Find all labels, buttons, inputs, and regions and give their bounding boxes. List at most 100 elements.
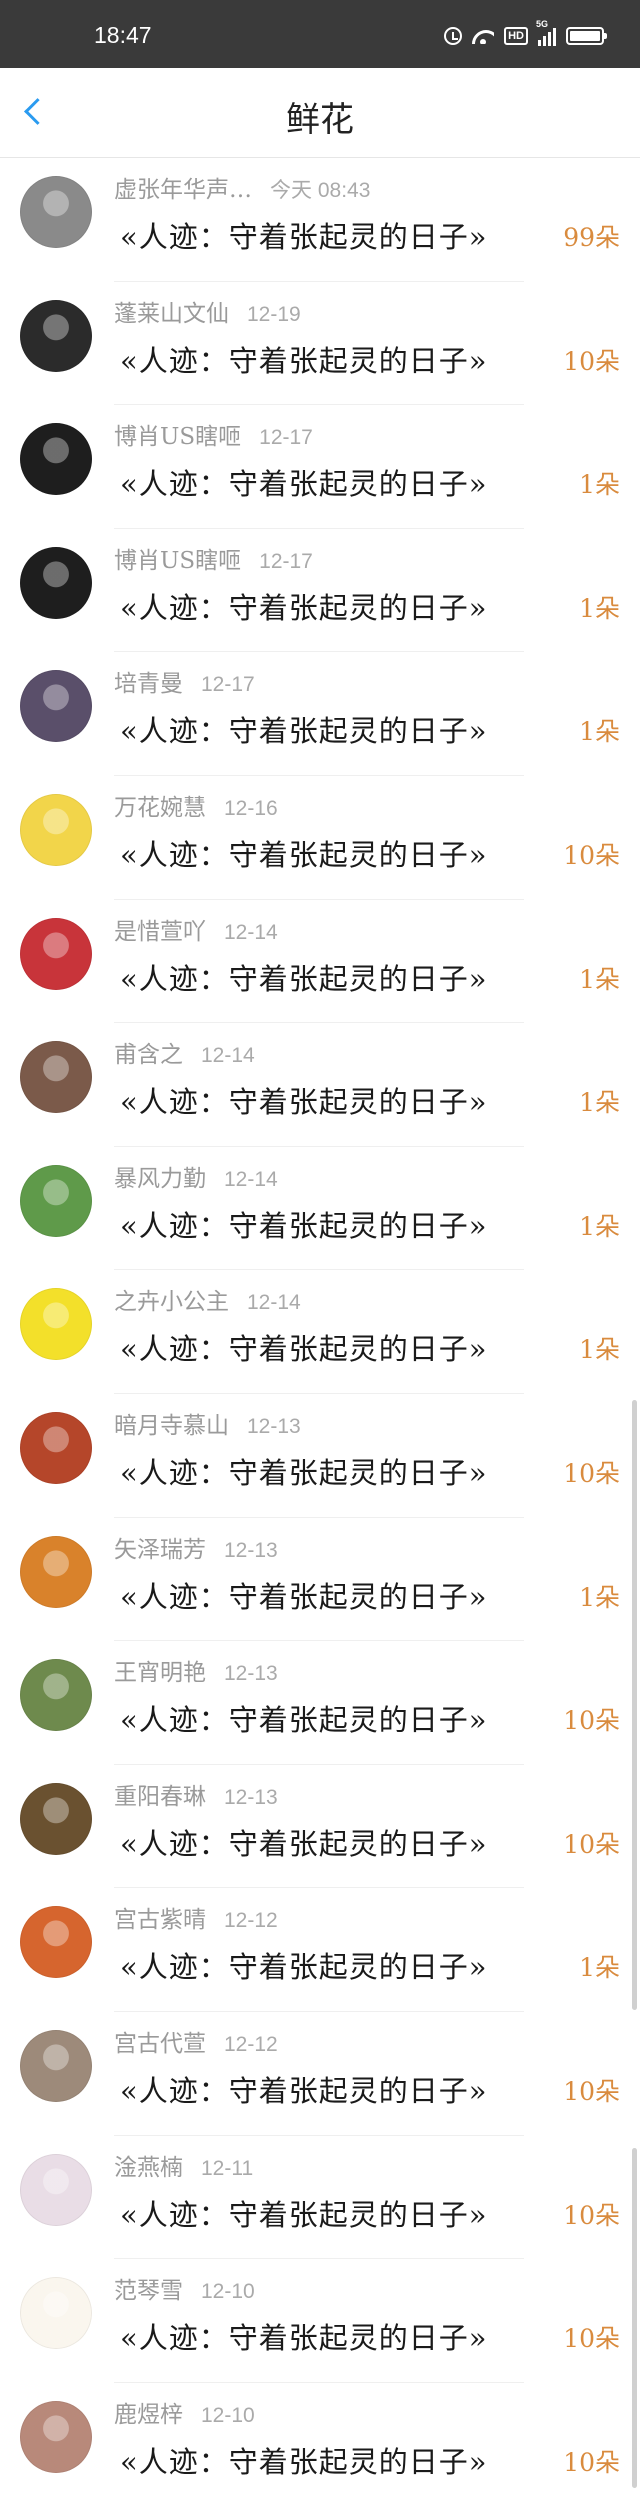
status-icons: HD 5G: [444, 19, 607, 46]
sender-name[interactable]: 培青曼: [114, 671, 183, 697]
avatar[interactable]: [20, 1041, 92, 1114]
nav-bar: 鲜花: [0, 68, 640, 158]
avatar[interactable]: [20, 1535, 92, 1608]
list-item[interactable]: 王宵明艳 12-13 «人迹：守着张起灵的日子» 10朵: [0, 1641, 640, 1765]
sent-date: 今天 08:43: [270, 179, 371, 202]
sender-name[interactable]: 鹿煜梓: [114, 2402, 183, 2428]
list-item[interactable]: 培青曼 12-17 «人迹：守着张起灵的日子» 1朵: [0, 652, 640, 776]
sender-meta: 淦燕楠 12-11: [114, 2148, 253, 2182]
avatar[interactable]: [20, 2277, 92, 2350]
alarm-icon: [444, 27, 463, 45]
avatar[interactable]: [20, 299, 92, 372]
sender-name[interactable]: 甫含之: [114, 1042, 183, 1068]
list-item[interactable]: 虚张年华声… 今天 08:43 «人迹：守着张起灵的日子» 99朵: [0, 158, 640, 282]
flower-count: 10朵: [563, 346, 620, 376]
sent-date: 12-10: [201, 2280, 255, 2304]
flower-count: 10朵: [563, 2447, 620, 2477]
sender-name[interactable]: 是惜萱吖: [114, 919, 206, 945]
sender-name[interactable]: 虚张年华声…: [114, 177, 252, 203]
avatar[interactable]: [20, 1288, 92, 1361]
sent-date: 12-17: [259, 549, 313, 573]
sender-name[interactable]: 宫古紫晴: [114, 1907, 206, 1933]
sent-date: 12-11: [201, 2156, 254, 2180]
avatar[interactable]: [20, 176, 92, 248]
sender-name[interactable]: 蓬莱山文仙: [114, 301, 229, 327]
avatar[interactable]: [20, 2400, 92, 2473]
list-item[interactable]: 矢泽瑞芳 12-13 «人迹：守着张起灵的日子» 1朵: [0, 1518, 640, 1642]
sender-meta: 鹿煜梓 12-10: [114, 2395, 255, 2429]
flower-count: 10朵: [563, 2200, 620, 2230]
list-item[interactable]: 暴风力勤 12-14 «人迹：守着张起灵的日子» 1朵: [0, 1147, 640, 1271]
scrollbar-lower[interactable]: [632, 2148, 637, 2488]
sender-meta: 博肖US瞎咂 12-17: [114, 417, 313, 451]
avatar[interactable]: [20, 423, 92, 496]
sender-name[interactable]: 范琴雪: [114, 2278, 183, 2304]
sender-meta: 重阳春琳 12-13: [114, 1777, 278, 1811]
gift-message: «人迹：守着张起灵的日子»: [120, 2321, 488, 2356]
sender-meta: 王宵明艳 12-13: [114, 1653, 278, 1687]
signal-icon: 5G: [536, 19, 556, 46]
sent-date: 12-13: [224, 1785, 278, 1809]
status-bar: 18:47 HD 5G: [0, 0, 640, 68]
sender-name[interactable]: 王宵明艳: [114, 1660, 206, 1686]
sender-name[interactable]: 之卉小公主: [114, 1289, 229, 1315]
sender-meta: 暴风力勤 12-14: [114, 1159, 278, 1193]
list-item[interactable]: 是惜萱吖 12-14 «人迹：守着张起灵的日子» 1朵: [0, 900, 640, 1024]
sender-name[interactable]: 博肖US瞎咂: [114, 424, 241, 450]
sender-name[interactable]: 矢泽瑞芳: [114, 1537, 206, 1563]
avatar[interactable]: [20, 1164, 92, 1237]
gift-message: «人迹：守着张起灵的日子»: [120, 714, 488, 749]
sender-name[interactable]: 博肖US瞎咂: [114, 548, 241, 574]
list-item[interactable]: 之卉小公主 12-14 «人迹：守着张起灵的日子» 1朵: [0, 1270, 640, 1394]
battery-icon: [566, 27, 607, 45]
avatar[interactable]: [20, 1906, 92, 1979]
flower-count: 10朵: [563, 1706, 620, 1736]
list-item[interactable]: 暗月寺慕山 12-13 «人迹：守着张起灵的日子» 10朵: [0, 1394, 640, 1518]
sender-meta: 甫含之 12-14: [114, 1035, 255, 1069]
flower-count: 10朵: [563, 1829, 620, 1859]
flower-count: 10朵: [563, 1458, 620, 1488]
sender-meta: 是惜萱吖 12-14: [114, 912, 278, 946]
sender-name[interactable]: 暴风力勤: [114, 1166, 206, 1192]
avatar[interactable]: [20, 793, 92, 866]
sender-name[interactable]: 宫古代萱: [114, 2031, 206, 2057]
sender-meta: 之卉小公主 12-14: [114, 1282, 301, 1316]
scrollbar[interactable]: [632, 1400, 637, 2010]
sent-date: 12-17: [201, 673, 255, 697]
avatar[interactable]: [20, 546, 92, 619]
list-item[interactable]: 鹿煜梓 12-10 «人迹：守着张起灵的日子» 10朵: [0, 2383, 640, 2502]
page-title: 鲜花: [286, 100, 354, 140]
list-item[interactable]: 范琴雪 12-10 «人迹：守着张起灵的日子» 10朵: [0, 2259, 640, 2383]
gift-message: «人迹：守着张起灵的日子»: [120, 1579, 488, 1614]
status-time: 18:47: [94, 22, 152, 48]
sender-name[interactable]: 重阳春琳: [114, 1784, 206, 1810]
avatar[interactable]: [20, 1782, 92, 1855]
gift-message: «人迹：守着张起灵的日子»: [120, 1085, 488, 1120]
sender-name[interactable]: 万花婉慧: [114, 795, 206, 821]
list-item[interactable]: 万花婉慧 12-16 «人迹：守着张起灵的日子» 10朵: [0, 776, 640, 900]
avatar[interactable]: [20, 917, 92, 990]
list-item[interactable]: 重阳春琳 12-13 «人迹：守着张起灵的日子» 10朵: [0, 1765, 640, 1889]
gift-message: «人迹：守着张起灵的日子»: [120, 961, 488, 996]
sent-date: 12-17: [259, 426, 313, 450]
list-item[interactable]: 宫古紫晴 12-12 «人迹：守着张起灵的日子» 1朵: [0, 1888, 640, 2012]
avatar[interactable]: [20, 2153, 92, 2226]
avatar[interactable]: [20, 1659, 92, 1732]
avatar[interactable]: [20, 2029, 92, 2102]
sent-date: 12-16: [224, 796, 278, 820]
sender-name[interactable]: 淦燕楠: [114, 2155, 183, 2181]
list-item[interactable]: 宫古代萱 12-12 «人迹：守着张起灵的日子» 10朵: [0, 2012, 640, 2136]
flower-count: 1朵: [579, 593, 620, 623]
flower-count: 1朵: [579, 1088, 620, 1118]
list-item[interactable]: 甫含之 12-14 «人迹：守着张起灵的日子» 1朵: [0, 1023, 640, 1147]
list-item[interactable]: 博肖US瞎咂 12-17 «人迹：守着张起灵的日子» 1朵: [0, 529, 640, 653]
avatar[interactable]: [20, 670, 92, 743]
sent-date: 12-13: [224, 1538, 278, 1562]
avatar[interactable]: [20, 1411, 92, 1484]
list-item[interactable]: 淦燕楠 12-11 «人迹：守着张起灵的日子» 10朵: [0, 2136, 640, 2260]
list-item[interactable]: 蓬莱山文仙 12-19 «人迹：守着张起灵的日子» 10朵: [0, 282, 640, 406]
gift-message: «人迹：守着张起灵的日子»: [120, 1826, 488, 1861]
list-item[interactable]: 博肖US瞎咂 12-17 «人迹：守着张起灵的日子» 1朵: [0, 405, 640, 529]
sent-date: 12-12: [224, 1909, 278, 1933]
sender-name[interactable]: 暗月寺慕山: [114, 1413, 229, 1439]
